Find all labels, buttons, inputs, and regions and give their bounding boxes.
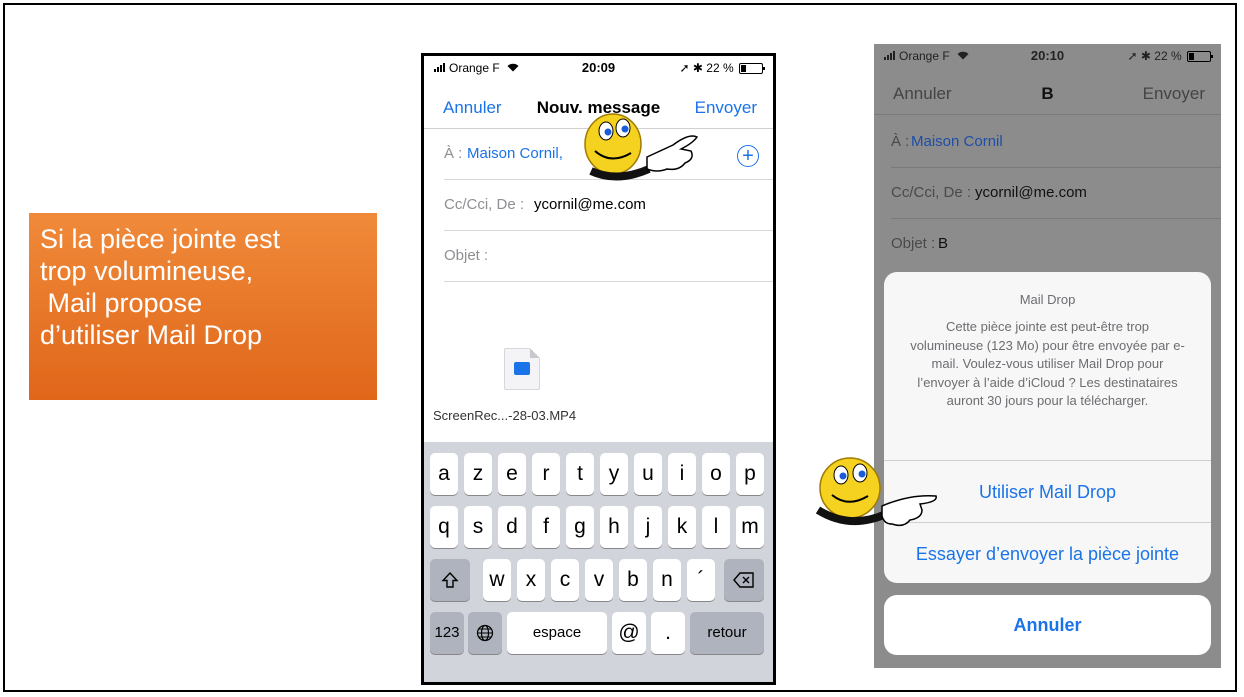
return-key[interactable]: retour <box>690 612 764 654</box>
subject-field[interactable]: Objet : <box>444 231 773 282</box>
compose-navbar: Annuler B Envoyer <box>874 70 1221 115</box>
battery-percent: 22 % <box>1154 49 1182 63</box>
numbers-key[interactable]: 123 <box>430 612 464 654</box>
key-b[interactable]: b <box>619 559 647 601</box>
globe-key[interactable] <box>468 612 502 654</box>
explanation-callout: Si la pièce jointe est trop volumineuse,… <box>29 213 377 400</box>
space-key[interactable]: espace <box>507 612 607 654</box>
subject-field: Objet : B <box>891 219 1221 269</box>
alert-message: Cette pièce jointe est peut-être trop vo… <box>910 319 1185 408</box>
key-l[interactable]: l <box>702 506 730 548</box>
battery-percent: 22 % <box>706 61 734 75</box>
key-a[interactable]: a <box>430 453 458 495</box>
mail-drop-screen: Orange F 20:10 ➚ ✱ 22 % Annuler B Envoye… <box>874 44 1221 668</box>
key-w[interactable]: w <box>483 559 511 601</box>
key-r[interactable]: r <box>532 453 560 495</box>
location-icon: ➚ <box>679 61 690 75</box>
subject-value: B <box>938 235 949 252</box>
battery-icon <box>1187 51 1213 63</box>
send-button[interactable]: Envoyer <box>1143 84 1205 104</box>
key-v[interactable]: v <box>585 559 613 601</box>
shift-key[interactable] <box>430 559 470 601</box>
attachment-filename: ScreenRec...-28-03.MP4 <box>433 408 577 423</box>
status-bar: Orange F 20:10 ➚ ✱ 22 % <box>874 44 1221 68</box>
key-e[interactable]: e <box>498 453 526 495</box>
key-p[interactable]: p <box>736 453 764 495</box>
slide: Si la pièce jointe est trop volumineuse,… <box>3 3 1237 692</box>
key-u[interactable]: u <box>634 453 662 495</box>
cc-label: Cc/Cci, De : <box>444 196 525 213</box>
keyboard: a z e r t y u i o p q s d f g h j k l m … <box>424 442 773 682</box>
callout-line-2: trop volumineuse, <box>40 256 254 286</box>
pointing-smiley-icon <box>815 457 937 527</box>
key-h[interactable]: h <box>600 506 628 548</box>
to-field: À : Maison Cornil <box>891 117 1221 168</box>
from-address: ycornil@me.com <box>534 196 646 213</box>
key-z[interactable]: z <box>464 453 492 495</box>
alert-title: Mail Drop <box>1019 292 1076 307</box>
dot-key[interactable]: . <box>651 612 685 654</box>
to-label: À : <box>891 133 910 150</box>
callout-line-4: d’utiliser Mail Drop <box>40 320 263 350</box>
from-address: ycornil@me.com <box>975 184 1087 201</box>
location-icon: ➚ <box>1127 49 1138 63</box>
callout-line-1: Si la pièce jointe est <box>40 224 281 254</box>
add-contact-icon[interactable]: + <box>737 145 759 167</box>
key-m[interactable]: m <box>736 506 764 548</box>
key-n[interactable]: n <box>653 559 681 601</box>
bluetooth-icon: ✱ <box>692 61 703 75</box>
status-bar: Orange F 20:09 ➚ ✱ 22 % <box>424 56 773 80</box>
callout-line-3: Mail propose <box>40 288 203 318</box>
recipient-chip[interactable]: Maison Cornil, <box>467 145 563 162</box>
key-y[interactable]: y <box>600 453 628 495</box>
key-c[interactable]: c <box>551 559 579 601</box>
key-x[interactable]: x <box>517 559 545 601</box>
key-j[interactable]: j <box>634 506 662 548</box>
cc-label: Cc/Cci, De : <box>891 184 972 201</box>
key-s[interactable]: s <box>464 506 492 548</box>
subject-label: Objet : <box>891 235 936 252</box>
key-q[interactable]: q <box>430 506 458 548</box>
pointing-smiley-icon <box>584 113 699 181</box>
key-accent[interactable]: ´ <box>687 559 715 601</box>
at-key[interactable]: @ <box>612 612 646 654</box>
bluetooth-icon: ✱ <box>1140 49 1151 63</box>
battery-icon <box>739 63 765 75</box>
recipient-chip: Maison Cornil <box>911 133 1003 150</box>
key-d[interactable]: d <box>498 506 526 548</box>
alert-cancel-button[interactable]: Annuler <box>884 595 1211 655</box>
delete-key[interactable] <box>724 559 764 601</box>
key-o[interactable]: o <box>702 453 730 495</box>
key-f[interactable]: f <box>532 506 560 548</box>
key-k[interactable]: k <box>668 506 696 548</box>
globe-icon <box>476 625 494 642</box>
cc-from-field: Cc/Cci, De : ycornil@me.com <box>891 168 1221 219</box>
key-t[interactable]: t <box>566 453 594 495</box>
key-i[interactable]: i <box>668 453 696 495</box>
video-file-icon[interactable] <box>504 348 540 390</box>
subject-label: Objet : <box>444 247 489 264</box>
to-label: À : <box>444 145 463 162</box>
shift-icon <box>441 572 459 589</box>
backspace-icon <box>733 572 754 589</box>
key-g[interactable]: g <box>566 506 594 548</box>
